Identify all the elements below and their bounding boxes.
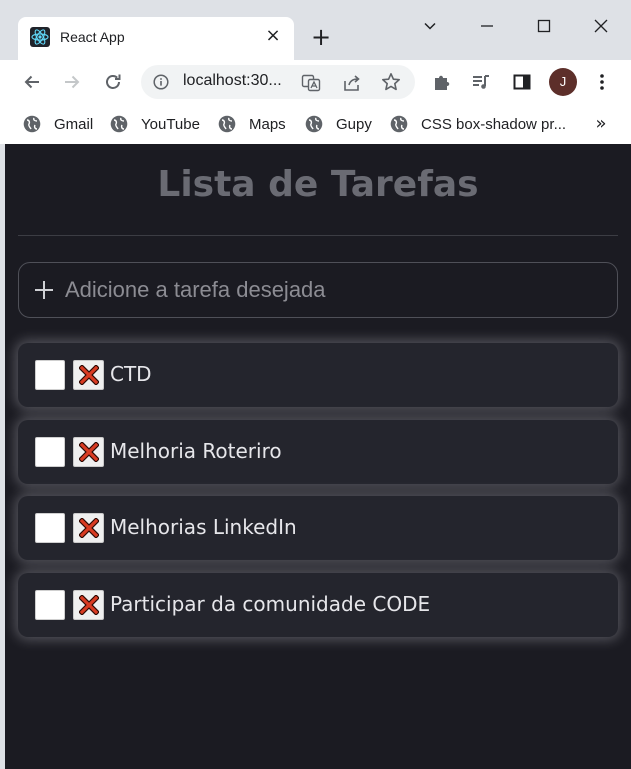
task-item: Melhoria Roteriro (18, 419, 618, 484)
globe-icon (218, 115, 236, 133)
back-button[interactable] (16, 66, 48, 98)
bookmark-gmail[interactable]: Gmail (23, 112, 93, 136)
side-panel-button[interactable] (506, 66, 538, 98)
delete-x-icon (78, 365, 99, 385)
chrome-menu-button[interactable] (586, 66, 618, 98)
bookmark-youtube[interactable]: YouTube (110, 112, 200, 136)
forward-button[interactable] (56, 66, 88, 98)
page-title: Lista de Tarefas (157, 164, 479, 205)
star-icon[interactable] (381, 72, 401, 92)
chevron-down-icon (424, 22, 436, 30)
task-item: Melhorias LinkedIn (18, 496, 618, 560)
task-delete-button[interactable] (73, 589, 104, 620)
bookmark-label: Gupy (336, 115, 372, 133)
bookmarks-overflow-button[interactable]: » (590, 112, 612, 136)
new-tab-button[interactable]: + (308, 24, 334, 50)
info-icon[interactable] (153, 74, 169, 90)
tab-strip: React App × + (0, 0, 631, 60)
puzzle-icon (435, 75, 450, 90)
task-item: CTD (18, 343, 618, 407)
bookmark-label: Maps (249, 115, 286, 133)
tab-react-app[interactable]: React App × (18, 17, 294, 60)
tab-search-button[interactable] (412, 8, 448, 44)
side-panel-icon (513, 74, 531, 90)
bookmark-css-box-shadow[interactable]: CSS box-shadow pr... (390, 112, 566, 136)
task-text: Melhoria Roteriro (110, 438, 282, 463)
tab-close-icon[interactable]: × (262, 25, 284, 47)
maximize-icon (537, 19, 551, 33)
share-icon[interactable] (342, 73, 362, 93)
delete-x-icon (78, 441, 99, 462)
delete-x-icon (78, 594, 99, 615)
bookmarks-bar: Gmail YouTube Maps Gupy CSS box-shadow p… (0, 104, 631, 144)
reload-icon (106, 74, 121, 89)
task-done-checkbox[interactable] (35, 360, 65, 390)
tab-title: React App (60, 29, 125, 45)
task-delete-button[interactable] (73, 513, 104, 543)
task-delete-button[interactable] (73, 360, 104, 390)
translate-icon[interactable] (301, 73, 321, 93)
new-task-input[interactable] (65, 273, 605, 307)
more-vertical-icon (600, 74, 604, 90)
minimize-button[interactable] (469, 8, 505, 44)
task-done-checkbox[interactable] (35, 513, 65, 543)
delete-x-icon (78, 518, 99, 538)
new-task-form (18, 262, 618, 318)
minimize-icon (481, 25, 493, 27)
task-delete-button[interactable] (73, 436, 104, 467)
url-text[interactable]: localhost:30... (183, 72, 282, 90)
media-control-button[interactable] (465, 66, 497, 98)
task-list: CTD Melhoria Roteriro Melhorias LinkedIn (18, 343, 618, 649)
window-close-button[interactable] (583, 8, 619, 44)
globe-icon (23, 115, 41, 133)
browser-window: React App × + localhost:30... J Gmail Yo… (0, 0, 631, 769)
task-text: Participar da comunidade CODE (110, 591, 431, 616)
extensions-button[interactable] (426, 66, 458, 98)
task-item: Participar da comunidade CODE (18, 572, 618, 637)
task-text: Melhorias LinkedIn (110, 515, 297, 539)
bookmark-label: CSS box-shadow pr... (421, 115, 567, 133)
browser-toolbar: localhost:30... J (0, 60, 631, 104)
bookmark-gupy[interactable]: Gupy (305, 112, 372, 136)
app-viewport: Lista de Tarefas CTD Melhoria Roter (5, 144, 631, 769)
globe-icon (305, 115, 323, 133)
task-text: CTD (110, 362, 152, 386)
react-logo-icon (30, 27, 50, 47)
close-icon (594, 19, 608, 33)
task-done-checkbox[interactable] (35, 436, 65, 467)
plus-icon[interactable] (33, 279, 55, 301)
address-bar[interactable]: localhost:30... (141, 65, 415, 99)
globe-icon (110, 115, 128, 133)
arrow-left-icon (24, 75, 39, 89)
bookmark-label: YouTube (141, 115, 200, 133)
playlist-icon (473, 75, 489, 89)
reload-button[interactable] (97, 66, 129, 98)
bookmark-label: Gmail (54, 115, 94, 133)
arrow-right-icon (65, 75, 80, 89)
bookmark-maps[interactable]: Maps (218, 112, 286, 136)
task-done-checkbox[interactable] (35, 589, 65, 620)
maximize-button[interactable] (526, 8, 562, 44)
profile-avatar[interactable]: J (549, 68, 577, 96)
title-divider (18, 235, 618, 236)
globe-icon (390, 115, 408, 133)
